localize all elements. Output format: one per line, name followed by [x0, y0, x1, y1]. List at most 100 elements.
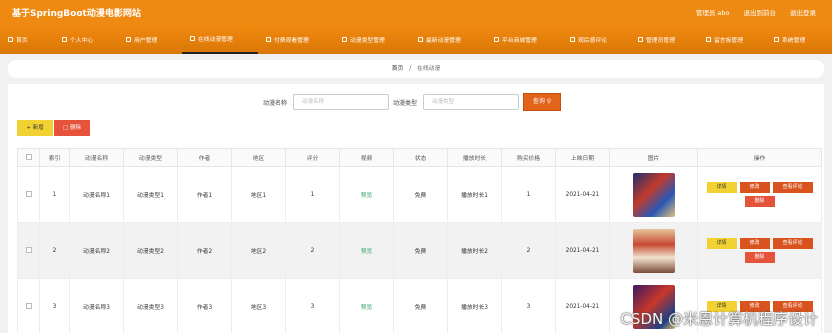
money-icon — [266, 36, 271, 42]
col-status: 状态 — [393, 148, 448, 167]
poster-image — [632, 172, 675, 217]
message-icon — [706, 36, 711, 42]
anime-table: 索引 动漫名称 动漫类型 作者 地区 评分 视频 状态 播放时长 购买价格 上映… — [17, 148, 822, 333]
row-checkbox[interactable] — [17, 222, 40, 279]
breadcrumb-separator: / — [409, 66, 412, 72]
cell-date: 2021-04-21 — [555, 278, 610, 333]
admin-label: 管理员 abo — [695, 9, 730, 17]
cell-type: 动漫类型3 — [123, 278, 178, 333]
edit-button[interactable]: 修改 — [739, 238, 770, 249]
video-preview-link[interactable]: 预览 — [339, 166, 394, 223]
add-button[interactable]: + 新增 — [17, 120, 53, 136]
film-icon — [190, 35, 195, 41]
delete-button[interactable]: 删除 — [744, 252, 775, 263]
nav-item-reviews[interactable]: 观后感评论 — [562, 24, 630, 54]
cell-region: 地区1 — [231, 166, 286, 223]
nav-item-mall[interactable]: 平台商城管理 — [486, 24, 562, 54]
col-name: 动漫名称 — [69, 148, 124, 167]
top-header: 基于SpringBoot动漫电影网站 管理员 abo 退出到前台 退出登录 — [0, 0, 832, 24]
cell-score: 3 — [285, 278, 340, 333]
nav-item-admins[interactable]: 管理员管理 — [630, 24, 698, 54]
nav-item-online-anime[interactable]: 在线动漫管理 — [182, 24, 258, 54]
site-title: 基于SpringBoot动漫电影网站 — [12, 9, 141, 19]
col-index: 索引 — [39, 148, 70, 167]
breadcrumb-current: 在线动漫 — [417, 66, 441, 72]
video-preview-link[interactable]: 预览 — [339, 278, 394, 333]
cell-duration: 播放时长3 — [447, 278, 502, 333]
cell-price: 2 — [501, 222, 556, 279]
search-icon: ⚲ — [546, 98, 552, 105]
col-region: 地区 — [231, 148, 286, 167]
cell-index: 3 — [39, 278, 70, 333]
content-panel: 动漫名称 动漫名称 动漫类型 动漫类型 查询 ⚲ + 新增 □ 删除 索引 动漫… — [8, 84, 824, 333]
nav-item-profile[interactable]: 个人中心 — [54, 24, 118, 54]
nav-item-users[interactable]: 用户管理 — [118, 24, 182, 54]
row-checkbox[interactable] — [17, 166, 40, 223]
cell-name: 动漫名称3 — [69, 278, 124, 333]
edit-button[interactable]: 修改 — [739, 182, 770, 193]
cell-image — [609, 166, 698, 223]
col-date: 上映日期 — [555, 148, 610, 167]
delete-button[interactable]: 删除 — [744, 196, 775, 207]
search-button[interactable]: 查询 ⚲ — [523, 93, 561, 111]
cell-actions: 详情 修改 查看评论 删除 — [697, 222, 822, 279]
cell-type: 动漫类型2 — [123, 222, 178, 279]
col-type: 动漫类型 — [123, 148, 178, 167]
cell-price: 3 — [501, 278, 556, 333]
select-all-checkbox[interactable] — [17, 148, 40, 167]
logout-link[interactable]: 退出登录 — [790, 7, 816, 17]
cell-score: 1 — [285, 166, 340, 223]
comment-icon — [570, 36, 575, 42]
cell-region: 地区2 — [231, 222, 286, 279]
cell-index: 2 — [39, 222, 70, 279]
cell-author: 作者1 — [177, 166, 232, 223]
cart-icon — [494, 36, 499, 42]
cell-image — [609, 222, 698, 279]
cell-duration: 播放时长2 — [447, 222, 502, 279]
watermark: CSDN @米恩计算机程序设计 — [620, 310, 818, 328]
cell-index: 1 — [39, 166, 70, 223]
col-score: 评分 — [285, 148, 340, 167]
table-row: 2 动漫名称2 动漫类型2 作者2 地区2 2 预览 免费 播放时长2 2 20… — [17, 222, 822, 279]
name-input[interactable]: 动漫名称 — [293, 94, 389, 110]
gear-icon — [774, 36, 779, 42]
breadcrumb: 首页 / 在线动漫 — [8, 60, 824, 78]
cell-region: 地区3 — [231, 278, 286, 333]
nav-item-system[interactable]: 系统管理 — [766, 24, 826, 54]
star-icon — [418, 36, 423, 42]
table-header-row: 索引 动漫名称 动漫类型 作者 地区 评分 视频 状态 播放时长 购买价格 上映… — [17, 148, 822, 167]
cell-status: 免费 — [393, 278, 448, 333]
type-label: 动漫类型 — [393, 100, 418, 107]
nav-item-anime-types[interactable]: 动漫类型管理 — [334, 24, 410, 54]
cell-duration: 播放时长1 — [447, 166, 502, 223]
users-icon — [126, 36, 131, 42]
cell-score: 2 — [285, 222, 340, 279]
cell-actions: 详情 修改 查看评论 删除 — [697, 166, 822, 223]
cell-price: 1 — [501, 166, 556, 223]
trash-icon: □ — [63, 125, 69, 131]
nav-item-home[interactable]: 首页 — [4, 24, 54, 54]
poster-image — [632, 228, 675, 273]
nav-item-messages[interactable]: 留言板管理 — [698, 24, 766, 54]
nav-item-paid-view[interactable]: 付费观看管理 — [258, 24, 334, 54]
view-reviews-button[interactable]: 查看评论 — [772, 182, 813, 193]
row-checkbox[interactable] — [17, 278, 40, 333]
back-to-front-link[interactable]: 退出到前台 — [744, 7, 777, 17]
col-price: 购买价格 — [501, 148, 556, 167]
detail-button[interactable]: 详情 — [706, 238, 737, 249]
nav-item-latest-anime[interactable]: 最新动漫管理 — [410, 24, 486, 54]
name-label: 动漫名称 — [263, 100, 288, 107]
cell-author: 作者3 — [177, 278, 232, 333]
main-nav: 首页 个人中心 用户管理 在线动漫管理 付费观看管理 动漫类型管理 最新动漫管理… — [0, 24, 832, 54]
batch-delete-button[interactable]: □ 删除 — [54, 120, 90, 136]
view-reviews-button[interactable]: 查看评论 — [772, 238, 813, 249]
video-preview-link[interactable]: 预览 — [339, 222, 394, 279]
detail-button[interactable]: 详情 — [706, 182, 737, 193]
type-input[interactable]: 动漫类型 — [423, 94, 519, 110]
col-duration: 播放时长 — [447, 148, 502, 167]
col-actions: 操作 — [697, 148, 822, 167]
cell-date: 2021-04-21 — [555, 166, 610, 223]
breadcrumb-home[interactable]: 首页 — [392, 66, 404, 72]
user-icon — [62, 36, 67, 42]
col-author: 作者 — [177, 148, 232, 167]
